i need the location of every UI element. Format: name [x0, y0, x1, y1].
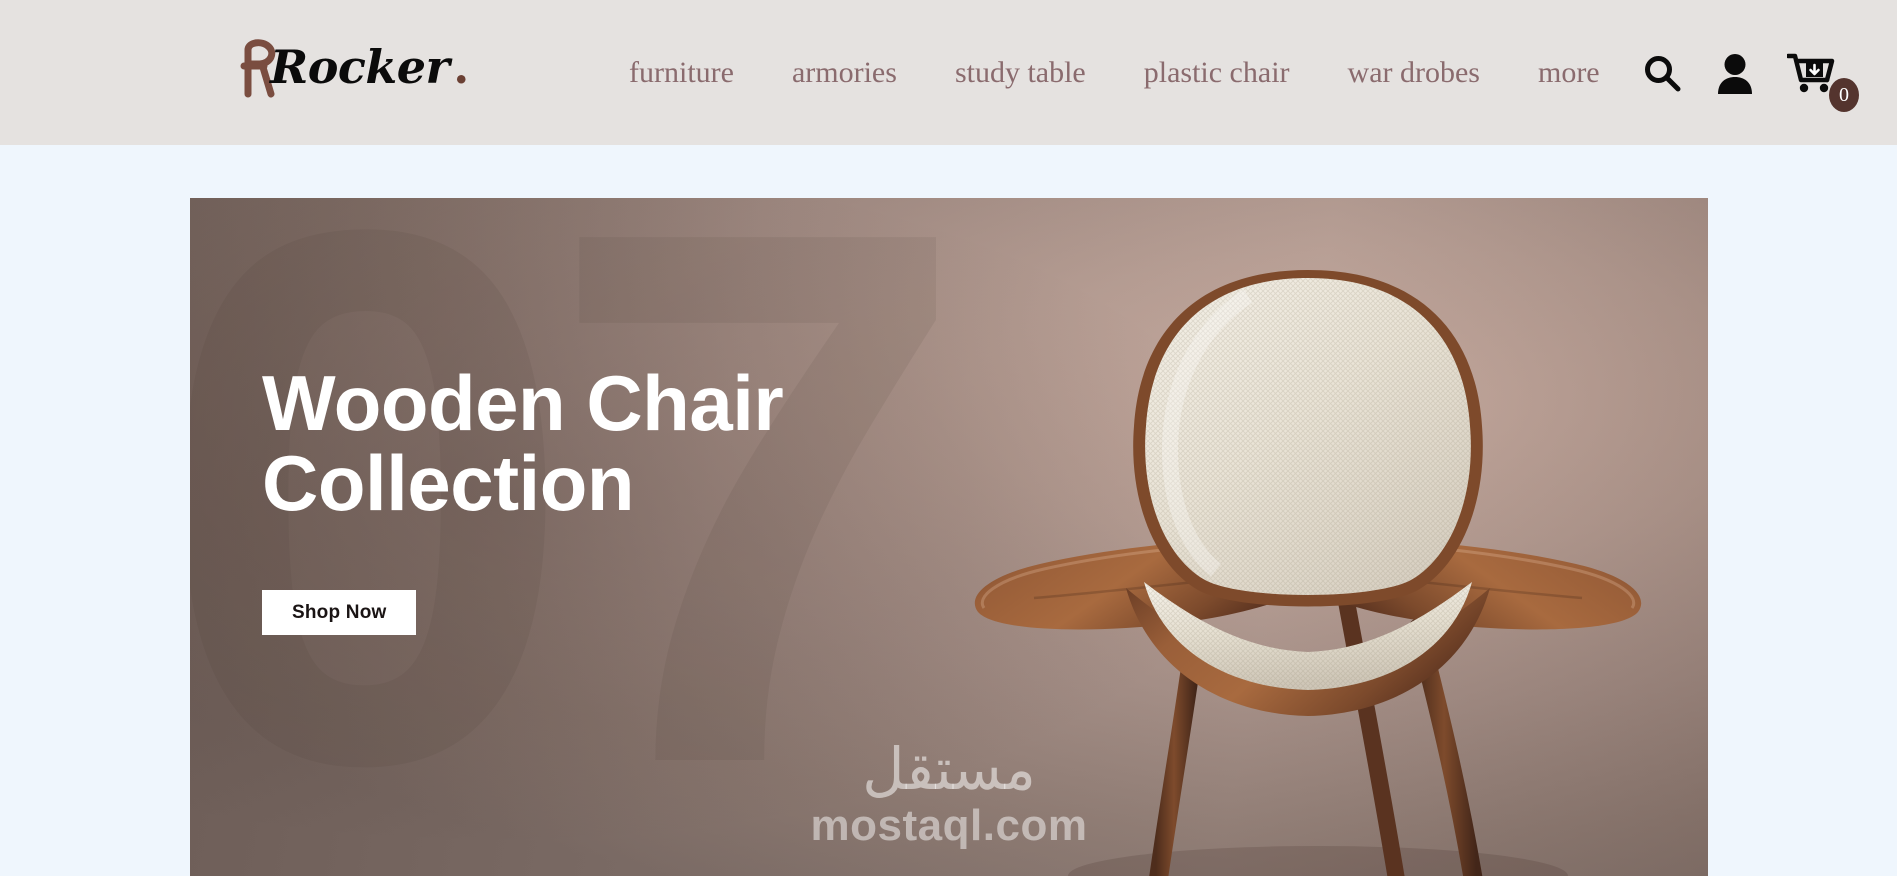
hero-banner: 07 Wooden Chair Collection Shop Now مستق…: [190, 198, 1708, 876]
page-title: Wooden Chair Collection: [262, 363, 784, 528]
main-navigation: furniture armories study table plastic c…: [600, 0, 1629, 145]
nav-item-plastic-chair[interactable]: plastic chair: [1115, 57, 1319, 88]
nav-item-armories[interactable]: armories: [763, 57, 926, 88]
nav-item-study-table[interactable]: study table: [926, 57, 1115, 88]
nav-item-war-drobes[interactable]: war drobes: [1319, 57, 1509, 88]
hero-content: Wooden Chair Collection Shop Now: [262, 363, 784, 635]
shopping-cart-icon[interactable]: [1787, 52, 1835, 94]
cart-count-badge: 0: [1829, 77, 1859, 112]
logo-wordmark: Rocker: [270, 40, 450, 94]
hero-title-line-1: Wooden Chair: [262, 359, 784, 447]
header-actions: 0: [1641, 0, 1859, 145]
site-logo[interactable]: Rocker .: [238, 32, 469, 102]
hero-title-line-2: Collection: [262, 439, 635, 528]
nav-item-more[interactable]: more: [1509, 57, 1629, 88]
site-header: Rocker . furniture armories study table …: [0, 0, 1897, 145]
shop-now-button[interactable]: Shop Now: [262, 589, 417, 635]
logo-dot: .: [453, 40, 470, 94]
nav-item-furniture[interactable]: furniture: [600, 57, 763, 88]
wooden-shell-chair-photo: [948, 236, 1668, 876]
search-icon[interactable]: [1641, 52, 1683, 94]
cart-button[interactable]: 0: [1787, 52, 1859, 112]
user-icon[interactable]: [1715, 52, 1755, 94]
